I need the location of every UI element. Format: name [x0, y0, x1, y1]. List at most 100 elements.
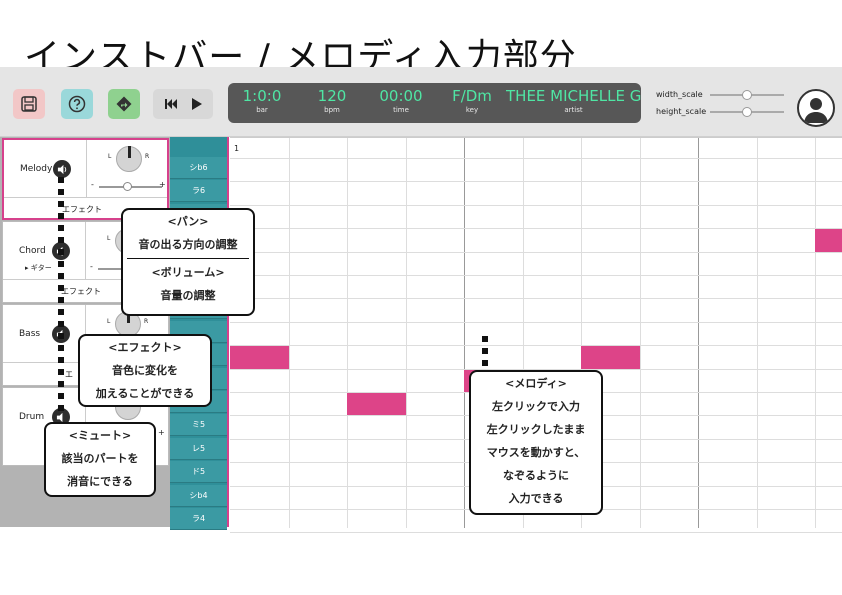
- grid-column-line: [815, 138, 816, 528]
- melody-note[interactable]: [581, 346, 640, 369]
- drag-markers: [482, 336, 488, 372]
- callout-title: <ミュート>: [68, 429, 132, 442]
- speaker-icon: [57, 164, 66, 174]
- save-icon: [21, 96, 37, 112]
- callout-line: 左クリックで入力: [492, 400, 580, 413]
- melody-note[interactable]: [230, 346, 289, 369]
- callout-line: 音の出る方向の調整: [138, 238, 238, 251]
- artist-readout[interactable]: THEE MICHELLE G artist: [506, 87, 641, 115]
- grid-row-line: [230, 181, 842, 183]
- pan-volume-callout: <パン> 音の出る方向の調整 <ボリューム> 音量の調整: [121, 208, 255, 316]
- bar-label: bar: [256, 106, 268, 114]
- screen: インストバー / メロディ入力部分 1:0:0 bar 120 bpm 00:0: [0, 0, 842, 595]
- melody-callout: <メロディ> 左クリックで入力 左クリックしたまま マウスを動かすと、 なぞるよ…: [469, 370, 603, 515]
- height-scale-label: height_scale: [656, 107, 707, 116]
- grid-row-line: [230, 532, 842, 534]
- help-button[interactable]: [61, 89, 93, 119]
- drag-markers: [58, 177, 64, 417]
- skip-back-icon[interactable]: [164, 98, 178, 110]
- effect-button[interactable]: エフェクト: [61, 286, 101, 297]
- piano-key[interactable]: レ5: [170, 437, 227, 460]
- grid-row-line: [230, 228, 842, 230]
- user-avatar-button[interactable]: [797, 89, 835, 127]
- width-scale-row: width_scale: [656, 86, 796, 103]
- track-name: Bass: [19, 329, 41, 339]
- user-icon: [804, 98, 828, 123]
- piano-key[interactable]: ラ6: [170, 180, 227, 203]
- time-value: 00:00: [379, 87, 423, 105]
- volume-minus-label: -: [90, 262, 93, 271]
- grid-row-line: [230, 158, 842, 159]
- transport-controls: [153, 89, 213, 119]
- bpm-value: 120: [317, 87, 347, 105]
- piano-key[interactable]: ミ5: [170, 414, 227, 437]
- track-name: Melody: [20, 164, 53, 174]
- status-display: 1:0:0 bar 120 bpm 00:00 time F/Dm key TH…: [228, 83, 641, 123]
- callout-title: <パン>: [167, 215, 209, 228]
- height-scale-handle[interactable]: [742, 107, 752, 117]
- grid-column-line: [405, 138, 407, 528]
- save-button[interactable]: [13, 89, 45, 119]
- grid-row-line: [230, 204, 842, 206]
- grid-column-line: [288, 138, 290, 528]
- height-scale-row: height_scale: [656, 103, 796, 120]
- divider: [4, 197, 167, 198]
- volume-plus-label: +: [158, 428, 165, 437]
- artist-value: THEE MICHELLE G: [506, 87, 641, 105]
- piano-key[interactable]: シb6: [170, 157, 227, 179]
- track-name: Drum: [19, 412, 45, 422]
- share-button[interactable]: [108, 89, 140, 119]
- volume-handle[interactable]: [123, 182, 132, 191]
- effect-button[interactable]: エ: [65, 369, 73, 380]
- callout-line: なぞるように: [503, 469, 569, 482]
- pan-right-label: R: [145, 153, 150, 160]
- piano-keys: シb6 ラ6 ミ5 レ5 ド5 シb4 ラ4: [170, 137, 229, 530]
- play-icon[interactable]: [191, 97, 203, 111]
- width-scale-label: width_scale: [656, 90, 703, 99]
- share-icon: [116, 96, 132, 112]
- callout-line: 音色に変化を: [112, 364, 178, 377]
- callout-title: <エフェクト>: [108, 341, 182, 354]
- mute-button[interactable]: [53, 160, 71, 178]
- mute-callout: <ミュート> 該当のパートを 消音にできる: [44, 422, 156, 497]
- bpm-label: bpm: [324, 106, 340, 114]
- key-readout[interactable]: F/Dm key: [448, 87, 496, 115]
- grid-row-line: [230, 275, 842, 276]
- piano-key[interactable]: ラ4: [170, 508, 227, 530]
- callout-line: 消音にできる: [67, 475, 133, 488]
- grid-column-line: [464, 138, 465, 528]
- callout-line: 入力できる: [508, 492, 564, 505]
- bar-value: 1:0:0: [242, 87, 282, 105]
- piano-key[interactable]: シb4: [170, 484, 227, 507]
- divider: [86, 140, 87, 197]
- melody-note[interactable]: [347, 393, 406, 416]
- bpm-readout[interactable]: 120 bpm: [310, 87, 354, 115]
- artist-label: artist: [564, 106, 583, 114]
- grid-column-line: [756, 138, 758, 528]
- callout-line: マウスを動かすと、: [486, 446, 586, 459]
- piano-key[interactable]: ド5: [170, 461, 227, 484]
- grid-row-line: [230, 251, 842, 253]
- grid-column-line: [347, 138, 348, 528]
- grid-column-line: [639, 138, 641, 528]
- pan-left-label: L: [108, 153, 112, 160]
- effect-callout: <エフェクト> 音色に変化を 加えることができる: [78, 334, 212, 407]
- grid-row-line: [230, 321, 842, 323]
- key-value: F/Dm: [452, 87, 492, 105]
- callout-line: 加えることができる: [95, 387, 195, 400]
- melody-note[interactable]: [815, 229, 842, 252]
- width-scale-handle[interactable]: [742, 90, 752, 100]
- pan-left-label: L: [107, 235, 111, 242]
- track-name: Chord: [19, 246, 46, 256]
- pan-right-label: R: [144, 318, 149, 325]
- effect-button[interactable]: エフェクト: [62, 204, 102, 215]
- divider: [85, 222, 86, 279]
- bar-number: 1: [234, 144, 240, 153]
- pan-knob[interactable]: [116, 146, 142, 172]
- callout-line: 左クリックしたまま: [486, 423, 586, 436]
- instrument-select[interactable]: ▸ ギター: [25, 263, 52, 273]
- grid-row-line: [230, 298, 842, 300]
- callout-line: 音量の調整: [160, 289, 216, 302]
- callout-title: <メロディ>: [505, 377, 567, 390]
- callout-title: <ボリューム>: [151, 266, 225, 279]
